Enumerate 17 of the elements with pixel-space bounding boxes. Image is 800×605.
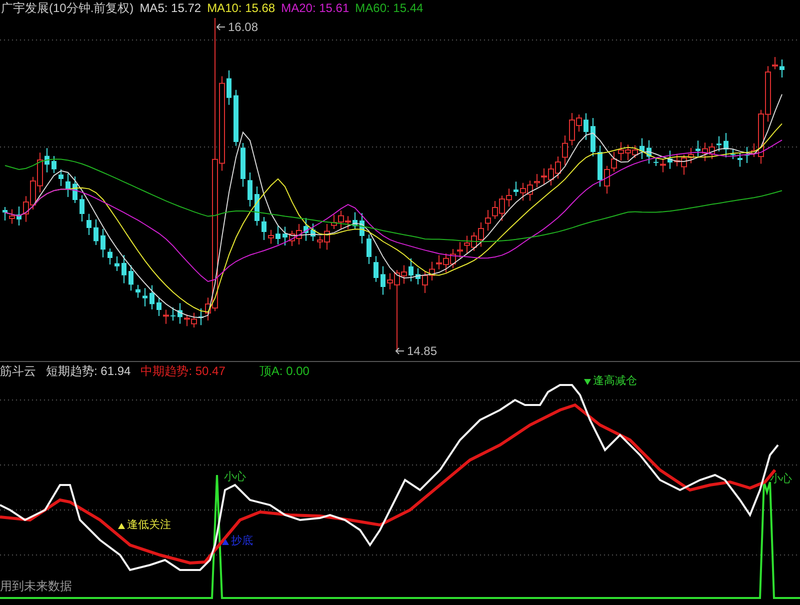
notice-text: 用到未来数据: [0, 580, 72, 592]
indicator-name: 筋斗云: [0, 362, 36, 380]
moving-average-reading: MA5: 15.72: [140, 1, 202, 15]
signal-label: 抄底: [231, 536, 253, 547]
signal-label: 逢低关注: [127, 520, 171, 531]
signal-label: 小心: [224, 472, 246, 483]
indicator-reading: 顶A: 0.00: [259, 362, 310, 380]
price-label: 16.08: [228, 21, 258, 33]
price-label: 14.85: [407, 345, 438, 357]
moving-average-reading: MA60: 15.44: [355, 1, 424, 15]
indicator-reading: 短期趋势: 61.94: [46, 362, 131, 380]
chart-title: 广宇发展(10分钟.前复权): [1, 0, 134, 16]
indicator-reading: 中期趋势: 50.47: [140, 362, 226, 380]
signal-label: 逢高减仓: [593, 376, 637, 387]
moving-average-reading: MA10: 15.68: [207, 1, 276, 15]
signal-label: 小心: [770, 474, 792, 485]
moving-average-reading: MA20: 15.61: [281, 1, 350, 15]
